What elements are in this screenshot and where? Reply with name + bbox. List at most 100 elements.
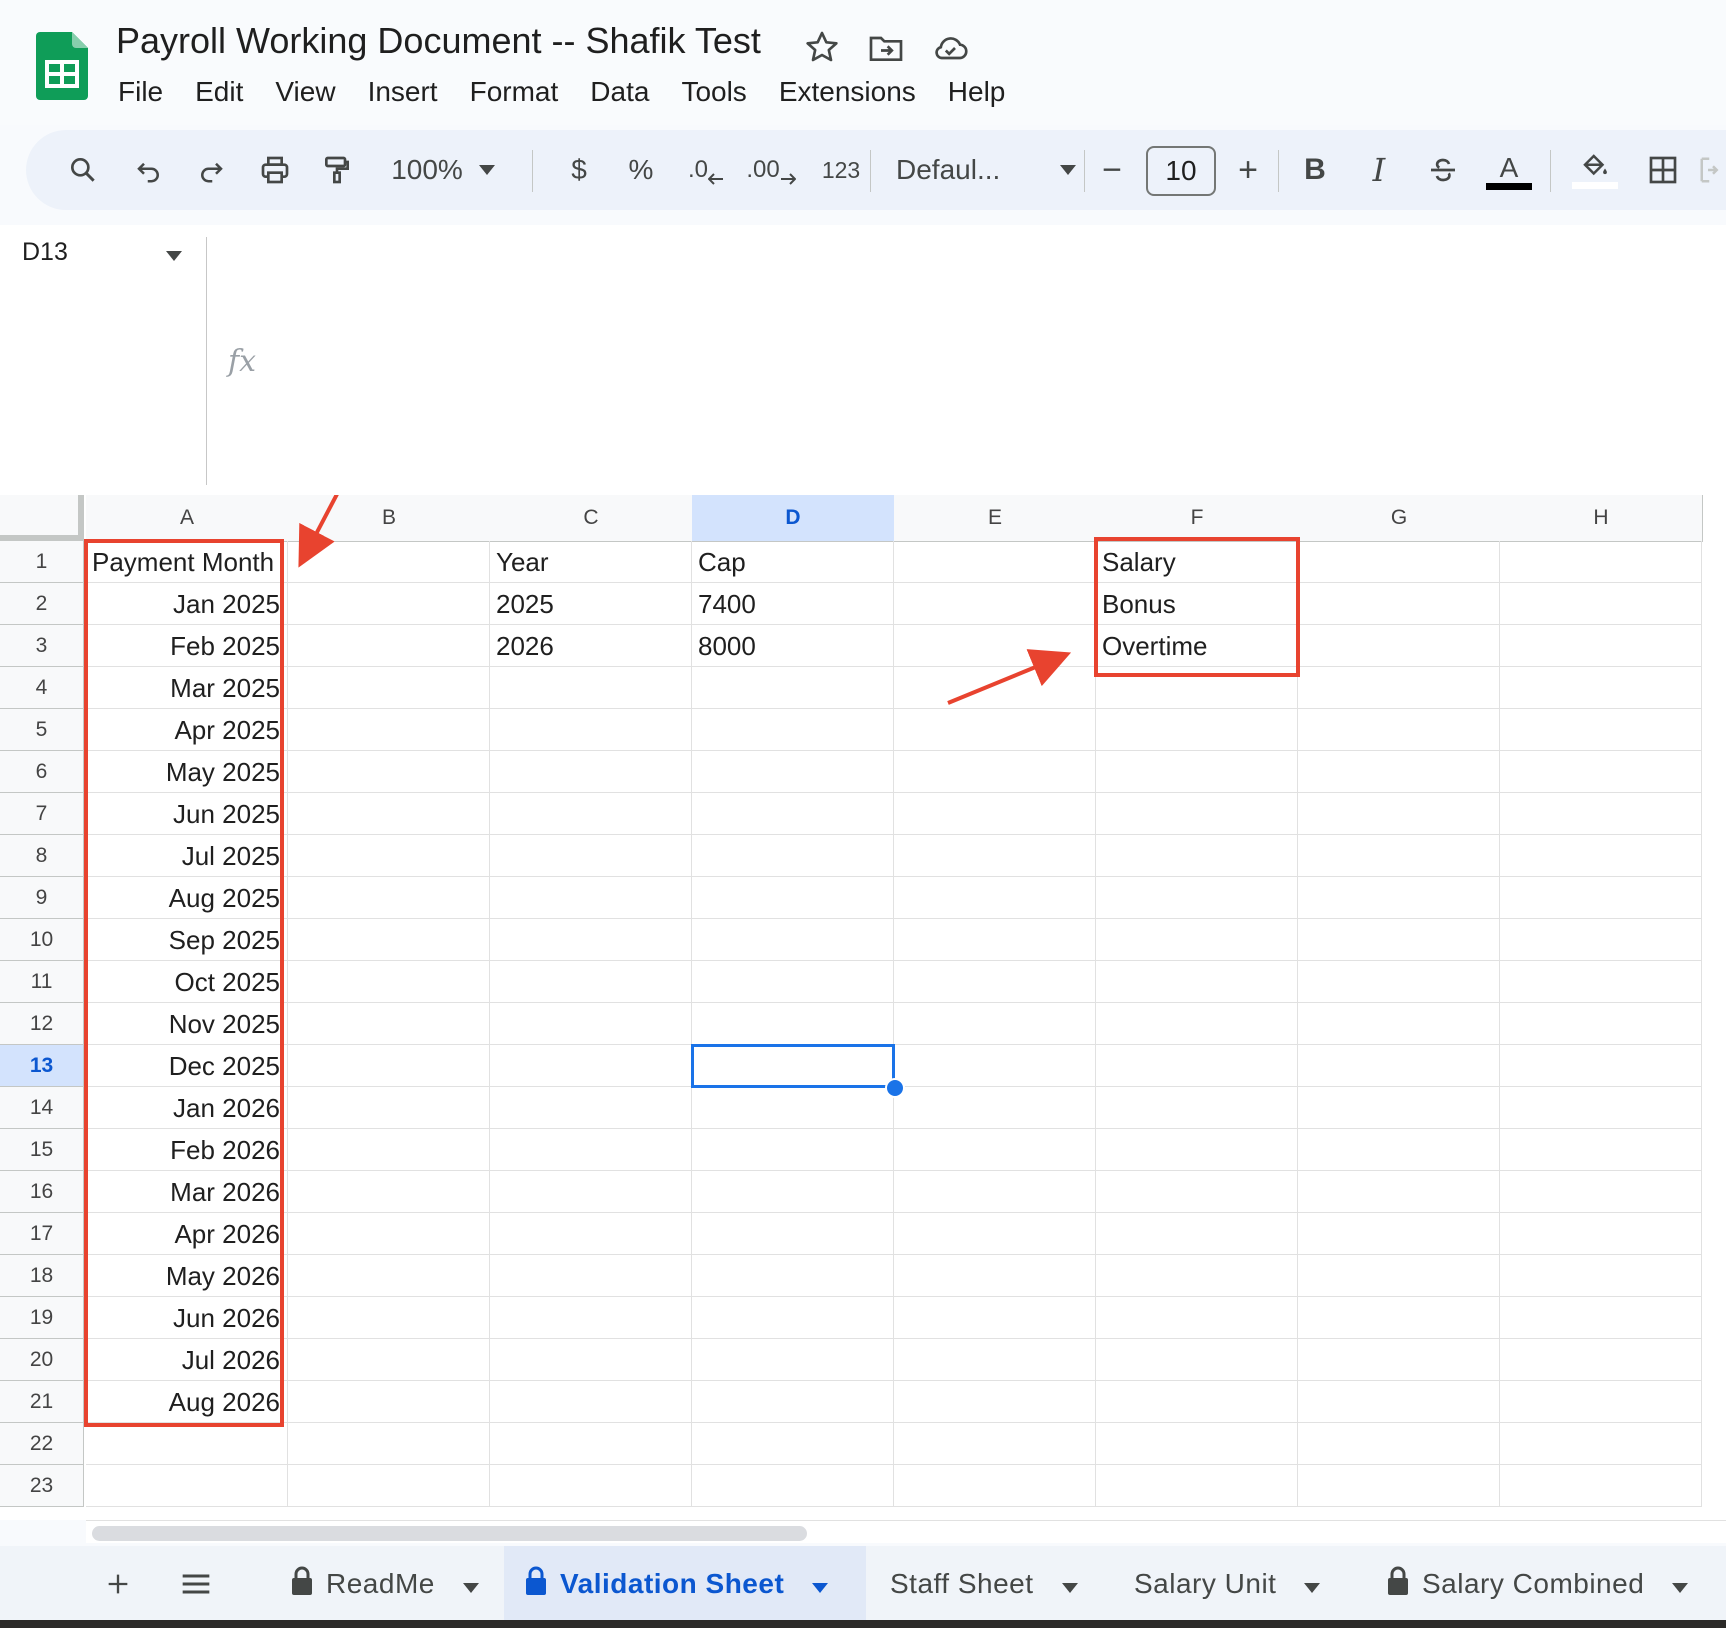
cell-c2[interactable]: 2025 [490, 583, 692, 625]
select-all-corner[interactable] [0, 495, 84, 541]
cell-c13[interactable] [490, 1045, 692, 1087]
cell-d19[interactable] [692, 1297, 894, 1339]
cell-e21[interactable] [894, 1381, 1096, 1423]
cell-d9[interactable] [692, 877, 894, 919]
cell-g16[interactable] [1298, 1171, 1500, 1213]
cell-f5[interactable] [1096, 709, 1298, 751]
cell-c21[interactable] [490, 1381, 692, 1423]
cell-d18[interactable] [692, 1255, 894, 1297]
cell-e8[interactable] [894, 835, 1096, 877]
row-header-6[interactable]: 6 [0, 751, 84, 793]
cell-b4[interactable] [288, 667, 490, 709]
sheet-tab-readme[interactable]: ReadMe [270, 1546, 496, 1622]
cell-b7[interactable] [288, 793, 490, 835]
merge-cells-icon[interactable] [1698, 130, 1726, 210]
cell-f12[interactable] [1096, 1003, 1298, 1045]
cell-d4[interactable] [692, 667, 894, 709]
cell-b6[interactable] [288, 751, 490, 793]
cell-d17[interactable] [692, 1213, 894, 1255]
column-header-h[interactable]: H [1500, 495, 1703, 542]
cell-h20[interactable] [1500, 1339, 1702, 1381]
cell-c3[interactable]: 2026 [490, 625, 692, 667]
row-header-18[interactable]: 18 [0, 1255, 84, 1297]
cell-b13[interactable] [288, 1045, 490, 1087]
cell-b17[interactable] [288, 1213, 490, 1255]
cell-e23[interactable] [894, 1465, 1096, 1507]
cell-g14[interactable] [1298, 1087, 1500, 1129]
cell-h21[interactable] [1500, 1381, 1702, 1423]
cell-h10[interactable] [1500, 919, 1702, 961]
cell-e1[interactable] [894, 541, 1096, 583]
column-header-e[interactable]: E [894, 495, 1097, 542]
row-header-15[interactable]: 15 [0, 1129, 84, 1171]
column-header-d[interactable]: D [692, 495, 895, 542]
cell-g18[interactable] [1298, 1255, 1500, 1297]
cell-g15[interactable] [1298, 1129, 1500, 1171]
cell-f16[interactable] [1096, 1171, 1298, 1213]
cell-e19[interactable] [894, 1297, 1096, 1339]
row-header-16[interactable]: 16 [0, 1171, 84, 1213]
chevron-down-icon[interactable] [812, 1568, 829, 1600]
cell-e18[interactable] [894, 1255, 1096, 1297]
sheet-tab-salary-combined[interactable]: Salary Combined [1366, 1546, 1706, 1622]
cell-h3[interactable] [1500, 625, 1702, 667]
active-cell-selection[interactable] [691, 1044, 895, 1088]
cell-d6[interactable] [692, 751, 894, 793]
cell-e17[interactable] [894, 1213, 1096, 1255]
borders-icon[interactable] [1638, 130, 1688, 210]
add-sheet-icon[interactable] [96, 1546, 140, 1622]
cell-g13[interactable] [1298, 1045, 1500, 1087]
currency-format-button[interactable]: $ [554, 130, 604, 210]
cell-f17[interactable] [1096, 1213, 1298, 1255]
cell-f6[interactable] [1096, 751, 1298, 793]
cell-f22[interactable] [1096, 1423, 1298, 1465]
cell-e13[interactable] [894, 1045, 1096, 1087]
italic-button[interactable]: I [1354, 130, 1404, 210]
menu-view[interactable]: View [259, 72, 351, 112]
cell-d11[interactable] [692, 961, 894, 1003]
row-header-19[interactable]: 19 [0, 1297, 84, 1339]
cell-b20[interactable] [288, 1339, 490, 1381]
cell-c11[interactable] [490, 961, 692, 1003]
fill-handle[interactable] [885, 1078, 905, 1098]
undo-icon[interactable] [124, 130, 174, 210]
cell-g22[interactable] [1298, 1423, 1500, 1465]
column-header-f[interactable]: F [1096, 495, 1299, 542]
cell-h2[interactable] [1500, 583, 1702, 625]
menu-help[interactable]: Help [932, 72, 1022, 112]
cell-c6[interactable] [490, 751, 692, 793]
menu-data[interactable]: Data [574, 72, 665, 112]
font-size-input[interactable]: 10 [1146, 146, 1216, 196]
cell-g17[interactable] [1298, 1213, 1500, 1255]
percent-format-button[interactable]: % [616, 130, 666, 210]
chevron-down-icon[interactable] [462, 1568, 479, 1600]
font-family-select[interactable]: Defaul... [896, 130, 1076, 210]
cell-a22[interactable] [86, 1423, 288, 1465]
cell-g2[interactable] [1298, 583, 1500, 625]
row-header-21[interactable]: 21 [0, 1381, 84, 1423]
sheet-tab-validation-sheet[interactable]: Validation Sheet [504, 1546, 866, 1622]
cell-g8[interactable] [1298, 835, 1500, 877]
cell-e10[interactable] [894, 919, 1096, 961]
document-title[interactable]: Payroll Working Document -- Shafik Test [116, 20, 761, 62]
cell-c5[interactable] [490, 709, 692, 751]
cell-d3[interactable]: 8000 [692, 625, 894, 667]
row-header-14[interactable]: 14 [0, 1087, 84, 1129]
row-header-8[interactable]: 8 [0, 835, 84, 877]
cell-d5[interactable] [692, 709, 894, 751]
menu-tools[interactable]: Tools [665, 72, 762, 112]
sheet-tab-staff-sheet[interactable]: Staff Sheet [870, 1546, 1082, 1622]
cell-b18[interactable] [288, 1255, 490, 1297]
row-header-7[interactable]: 7 [0, 793, 84, 835]
cell-h23[interactable] [1500, 1465, 1702, 1507]
cell-c10[interactable] [490, 919, 692, 961]
formula-input[interactable] [270, 300, 1710, 420]
increase-font-size-button[interactable]: + [1226, 130, 1270, 210]
cell-e3[interactable] [894, 625, 1096, 667]
cell-f7[interactable] [1096, 793, 1298, 835]
row-header-17[interactable]: 17 [0, 1213, 84, 1255]
strikethrough-icon[interactable] [1418, 130, 1468, 210]
menu-format[interactable]: Format [454, 72, 575, 112]
name-box-dropdown-icon[interactable] [166, 248, 182, 266]
search-menus-icon[interactable] [58, 130, 108, 210]
